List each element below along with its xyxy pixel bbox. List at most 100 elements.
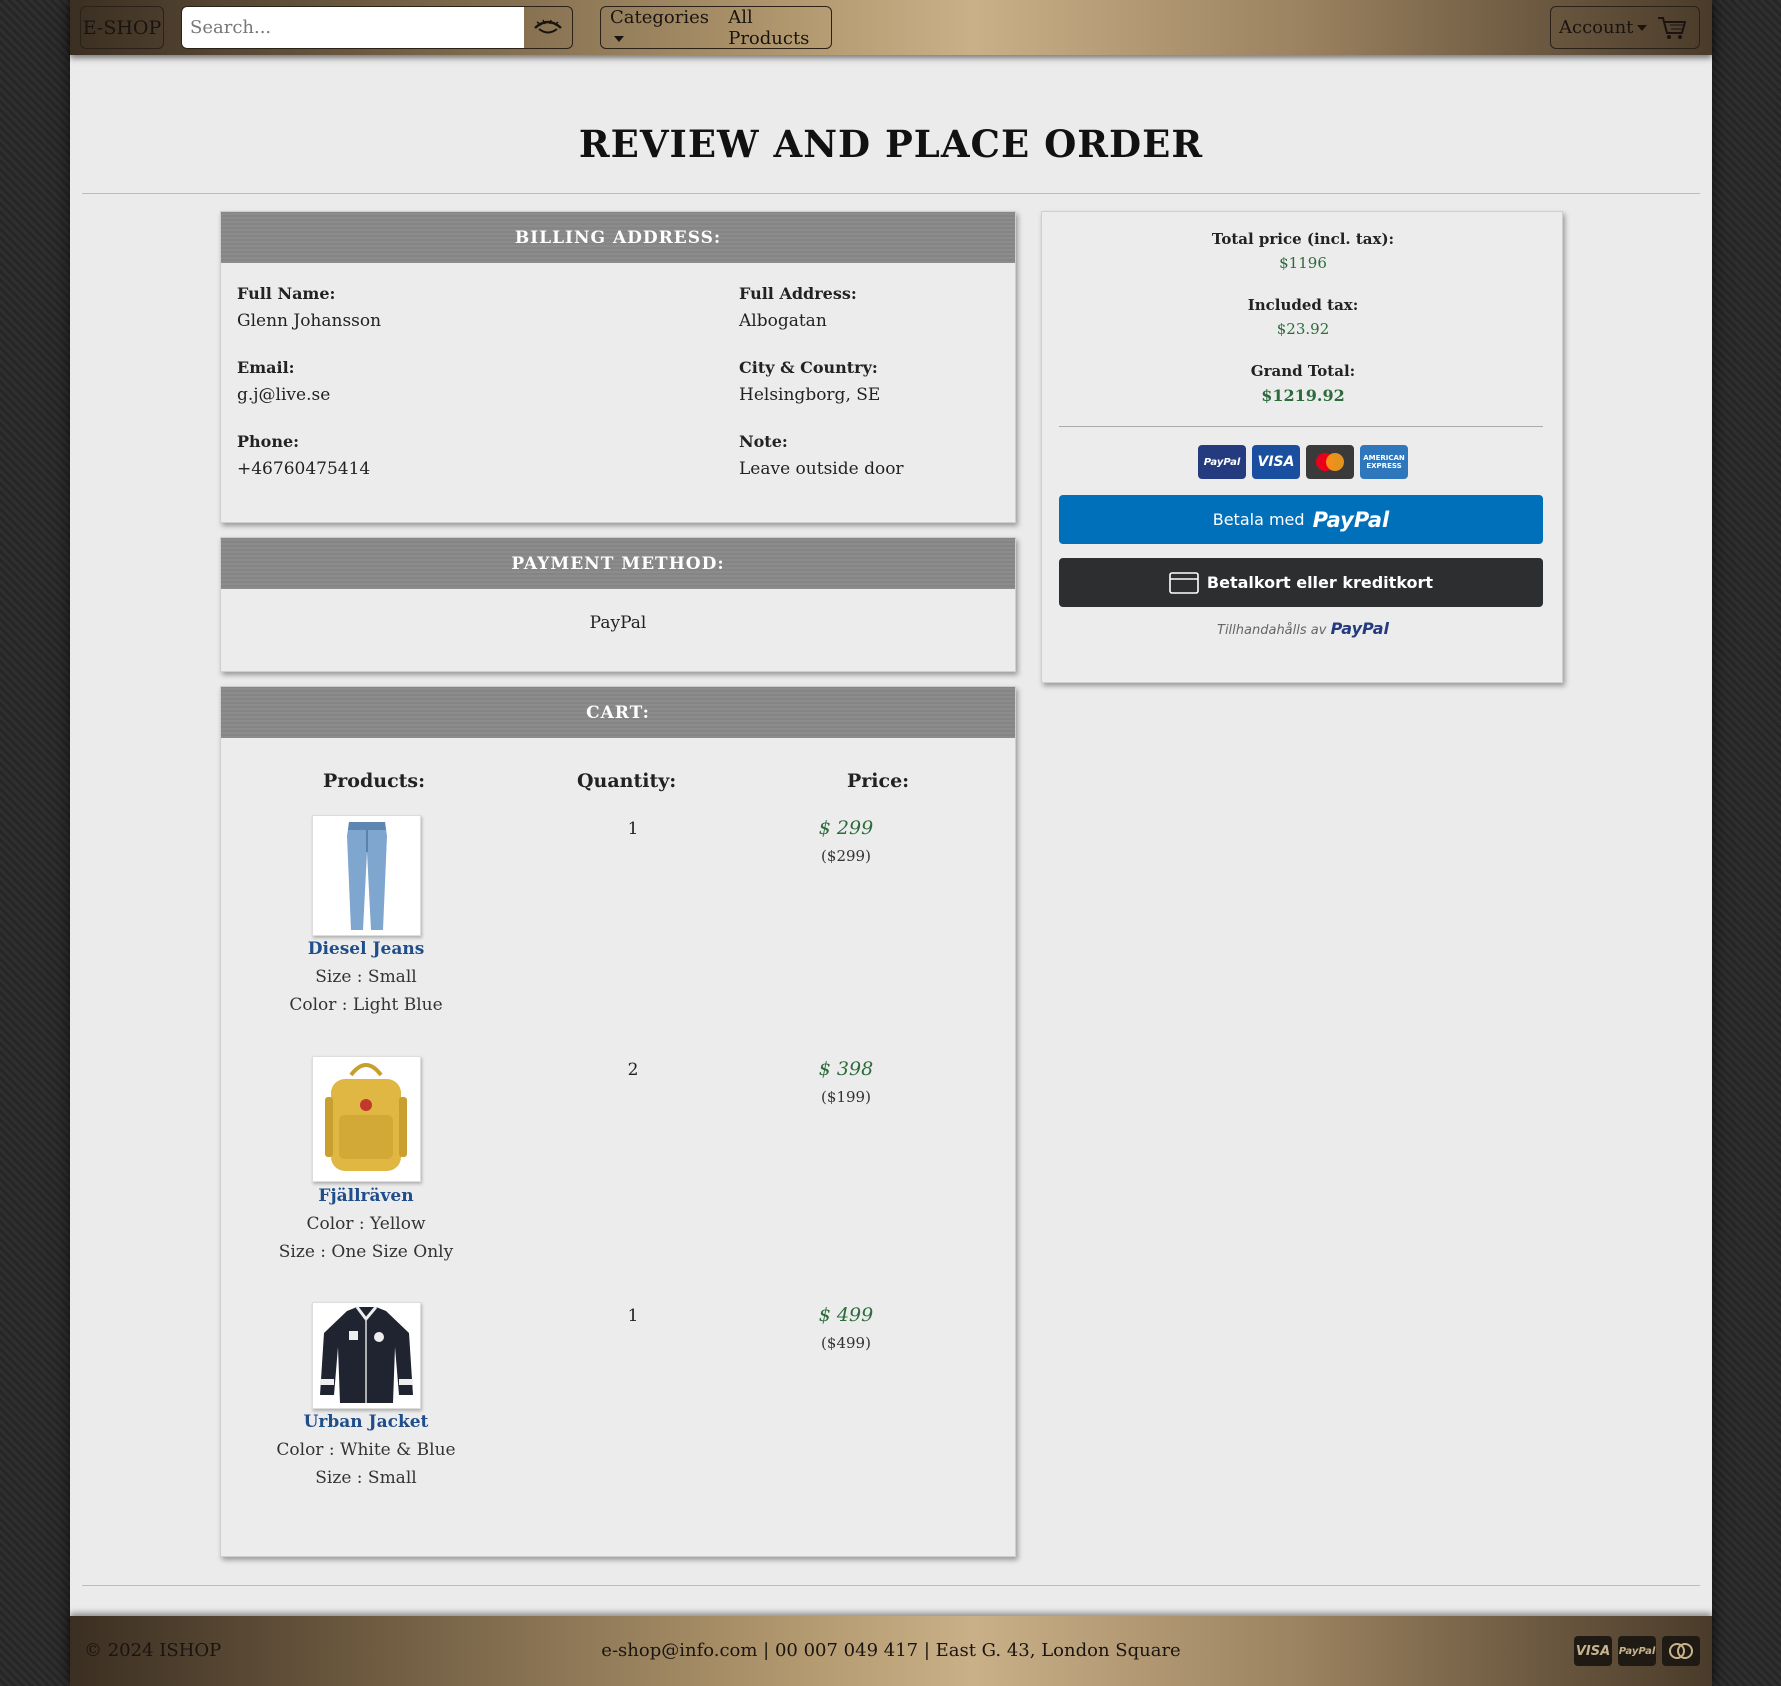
payment-method-card: PAYMENT METHOD: PayPal <box>220 537 1016 672</box>
divider <box>82 193 1700 194</box>
billing-card: BILLING ADDRESS: Full Name: Glenn Johans… <box>220 211 1016 523</box>
caret-down-icon <box>1637 25 1648 31</box>
city-country-field: City & Country: Helsingborg, SE <box>739 358 880 405</box>
top-navbar: E-SHOP Categories All Products Account <box>70 0 1712 55</box>
divider <box>82 1585 1700 1586</box>
unit-price: ($299) <box>821 847 871 865</box>
search-bar <box>181 6 573 49</box>
product-attribute: Size : One Size Only <box>278 1242 454 1262</box>
product-attribute: Color : Light Blue <box>289 995 443 1015</box>
note-value: Leave outside door <box>739 459 904 479</box>
unit-price: ($499) <box>821 1334 871 1352</box>
footer-payment-icons: VISA PayPal <box>1574 1636 1700 1666</box>
full-address-value: Albogatan <box>739 311 827 331</box>
line-price: $ 499 <box>818 1304 874 1326</box>
city-country-value: Helsingborg, SE <box>739 385 881 405</box>
product-image-backpack[interactable] <box>312 1056 421 1182</box>
product-attribute: Color : White & Blue <box>276 1440 456 1460</box>
mastercard-icon <box>1662 1636 1700 1666</box>
all-products-link[interactable]: All Products <box>728 7 831 49</box>
product-name-link[interactable]: Urban Jacket <box>221 1412 511 1432</box>
powered-by-paypal: Tillhandahålls av PayPal <box>1042 619 1564 638</box>
visa-icon: VISA <box>1574 1636 1612 1666</box>
quantity-column-header: Quantity: <box>577 770 677 792</box>
search-button[interactable] <box>524 7 572 48</box>
visa-logo-icon: VISA <box>1252 445 1300 479</box>
eye-icon <box>534 19 562 33</box>
quantity-value: 1 <box>627 1306 639 1326</box>
card-checkout-button[interactable]: Betalkort eller kreditkort <box>1059 558 1543 607</box>
paypal-checkout-button[interactable]: Betala med PayPal <box>1059 495 1543 544</box>
phone-label: Phone: <box>237 432 300 451</box>
paypal-wordmark: PayPal <box>1312 507 1390 532</box>
cart-card: CART: Products: Quantity: Price: Diesel … <box>220 686 1016 1557</box>
account-menu: Account <box>1550 6 1700 49</box>
page: E-SHOP Categories All Products Account <box>70 0 1712 1686</box>
note-label: Note: <box>739 432 788 451</box>
product-image-jeans[interactable] <box>312 815 421 936</box>
powered-brand: PayPal <box>1330 619 1389 638</box>
jacket-icon <box>320 1306 413 1403</box>
phone-value: +46760475414 <box>237 459 371 479</box>
card-button-label: Betalkort eller kreditkort <box>1206 573 1434 592</box>
divider <box>1059 426 1543 427</box>
jeans-icon <box>347 822 387 930</box>
email-field: Email: g.j@live.se <box>237 358 330 405</box>
mastercard-logo-icon <box>1306 445 1354 479</box>
account-label: Account <box>1559 17 1634 38</box>
product-image-jacket[interactable] <box>312 1302 421 1409</box>
total-price-label: Total price (incl. tax): <box>1211 230 1395 248</box>
categories-label: Categories <box>610 6 709 28</box>
city-country-label: City & Country: <box>739 358 878 377</box>
included-tax-label: Included tax: <box>1247 296 1359 314</box>
email-label: Email: <box>237 358 295 377</box>
included-tax-row: Included tax: $23.92 <box>1042 296 1564 338</box>
brand-logo[interactable]: E-SHOP <box>80 6 164 49</box>
full-name-value: Glenn Johansson <box>237 311 382 331</box>
unit-price: ($199) <box>821 1088 871 1106</box>
product-attribute: Size : Small <box>315 1468 417 1488</box>
payment-heading: PAYMENT METHOD: <box>221 538 1015 589</box>
total-price-value: $1196 <box>1279 254 1327 272</box>
quantity-value: 1 <box>627 819 639 839</box>
email-value: g.j@live.se <box>237 385 331 405</box>
cart-heading: CART: <box>221 687 1015 738</box>
grand-total-value: $1219.92 <box>1261 386 1345 405</box>
categories-dropdown[interactable]: Categories <box>610 7 714 49</box>
full-name-field: Full Name: Glenn Johansson <box>237 284 381 331</box>
order-summary-card: Total price (incl. tax): $1196 Included … <box>1041 211 1563 683</box>
full-name-label: Full Name: <box>237 284 336 303</box>
product-name-link[interactable]: Diesel Jeans <box>221 939 511 959</box>
line-price: $ 299 <box>818 817 874 839</box>
grand-total-row: Grand Total: $1219.92 <box>1042 362 1564 405</box>
note-field: Note: Leave outside door <box>739 432 904 479</box>
quantity-value: 2 <box>627 1060 639 1080</box>
credit-card-icon <box>1169 571 1199 594</box>
product-attribute: Size : Small <box>315 967 417 987</box>
product-name-link[interactable]: Fjällräven <box>221 1186 511 1206</box>
products-column-header: Products: <box>323 770 426 792</box>
mastercard-circles-icon <box>1669 1643 1693 1659</box>
included-tax-value: $23.92 <box>1276 320 1330 338</box>
powered-prefix: Tillhandahålls av <box>1217 623 1327 638</box>
payment-method-value: PayPal <box>589 613 647 633</box>
line-price: $ 398 <box>818 1058 874 1080</box>
footer: © 2024 ISHOP e-shop@info.com | 00 007 04… <box>70 1616 1712 1686</box>
caret-down-icon <box>614 35 624 42</box>
paypal-logo-icon: PayPal <box>1198 445 1246 479</box>
price-column-header: Price: <box>847 770 910 792</box>
backpack-icon <box>325 1063 407 1171</box>
cart-icon[interactable] <box>1657 15 1687 41</box>
total-price-row: Total price (incl. tax): $1196 <box>1042 230 1564 272</box>
amex-logo-icon: AMERICAN EXPRESS <box>1360 445 1408 479</box>
paypal-icon: PayPal <box>1618 1636 1656 1666</box>
billing-heading: BILLING ADDRESS: <box>221 212 1015 263</box>
accepted-payment-logos: PayPal VISA AMERICAN EXPRESS <box>1042 445 1564 479</box>
account-dropdown[interactable]: Account <box>1559 17 1648 38</box>
full-address-field: Full Address: Albogatan <box>739 284 857 331</box>
full-address-label: Full Address: <box>739 284 857 303</box>
search-input[interactable] <box>182 7 524 48</box>
mastercard-circles-icon <box>1316 453 1344 471</box>
phone-field: Phone: +46760475414 <box>237 432 370 479</box>
nav-menu: Categories All Products <box>600 6 832 49</box>
